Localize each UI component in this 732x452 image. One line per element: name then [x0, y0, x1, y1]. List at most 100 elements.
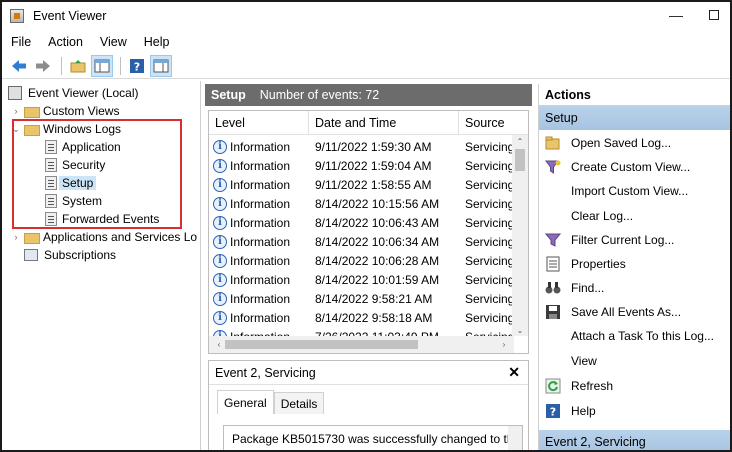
level-text: Information [230, 139, 291, 154]
action-label: Attach a Task To this Log... [571, 329, 714, 343]
help-icon[interactable]: ? [126, 55, 148, 77]
event-viewer-app-icon [10, 9, 24, 23]
maximize-button[interactable] [704, 6, 724, 24]
filter-icon [545, 232, 561, 248]
show-hide-action-icon[interactable] [150, 54, 172, 77]
table-row[interactable]: i Information 9/11/2022 1:58:55 AM Servicin… [209, 175, 514, 194]
minimize-button[interactable]: — [666, 6, 686, 24]
table-row[interactable]: i Information 9/11/2022 1:59:04 AM Servicin… [209, 156, 514, 175]
tree-label: Custom Views [43, 104, 120, 118]
show-hide-tree-icon[interactable] [91, 54, 113, 77]
cell-level: iInformation [209, 291, 309, 306]
menu-help[interactable]: Help [135, 35, 178, 49]
cell-level: iInformation [209, 177, 309, 192]
vertical-scrollbar[interactable]: ⌃ ⌄ [512, 135, 528, 336]
cell-source: Servicing [465, 234, 514, 249]
highlight-box [12, 119, 182, 229]
action-import-custom-view[interactable]: Import Custom View... [539, 180, 730, 202]
tab-general[interactable]: General [217, 390, 274, 414]
cell-date: 8/14/2022 9:58:21 AM [315, 291, 433, 306]
log-header: Setup Number of events: 72 [205, 84, 532, 106]
table-row[interactable]: i Information 8/14/2022 10:06:34 AM Servici… [209, 232, 514, 251]
actions-section-setup[interactable]: Setup [539, 106, 730, 130]
horizontal-scrollbar[interactable]: ‹ › [209, 336, 514, 353]
tab-details[interactable]: Details [273, 392, 325, 414]
tree-item-custom-views[interactable]: › Custom Views [10, 102, 120, 120]
table-row[interactable]: i Information 8/14/2022 10:15:56 AM Servici… [209, 194, 514, 213]
table-row[interactable]: i Information 8/14/2022 10:06:28 AM Servici… [209, 251, 514, 270]
level-text: Information [230, 234, 291, 249]
description-text: Package KB5015730 was successfully chang… [232, 432, 514, 446]
toolbar-separator [120, 56, 121, 75]
tree-item-subscriptions[interactable]: Subscriptions [22, 246, 116, 264]
scroll-down-icon[interactable]: ⌄ [512, 324, 528, 336]
table-row[interactable]: i Information 8/14/2022 9:58:21 AM Servicin… [209, 289, 514, 308]
blank-icon [545, 353, 561, 369]
scrollbar-thumb[interactable] [515, 149, 525, 171]
cell-source: Servicing [465, 272, 514, 287]
action-view[interactable]: View [539, 350, 730, 372]
actions-pane: Actions Setup Open Saved Log... Create Cu… [538, 84, 730, 450]
table-row[interactable]: i Information 8/14/2022 10:06:43 AM Servici… [209, 213, 514, 232]
filter-create-icon [545, 159, 561, 175]
action-attach-a-task-to-this-log[interactable]: Attach a Task To this Log... [539, 325, 730, 347]
scrollbar-thumb[interactable] [225, 340, 418, 349]
action-refresh[interactable]: Refresh [539, 375, 730, 397]
scroll-up-icon[interactable]: ⌃ [512, 135, 528, 147]
action-find[interactable]: Find... [539, 277, 730, 299]
cell-date: 9/11/2022 1:59:30 AM [315, 139, 432, 154]
chevron-right-icon[interactable]: › [10, 232, 22, 242]
menu-view[interactable]: View [91, 35, 135, 49]
cell-level: iInformation [209, 272, 309, 287]
column-header-date[interactable]: Date and Time [309, 111, 459, 135]
action-save-all-events-as[interactable]: Save All Events As... [539, 301, 730, 323]
action-help[interactable]: ? Help [539, 400, 730, 422]
window-title: Event Viewer [33, 9, 107, 23]
menu-action[interactable]: Action [39, 35, 91, 49]
event-description[interactable]: Package KB5015730 was successfully chang… [223, 425, 523, 450]
chevron-right-icon[interactable]: › [10, 106, 22, 116]
subscriptions-icon [24, 249, 38, 261]
action-open-saved-log[interactable]: Open Saved Log... [539, 132, 730, 154]
cell-source: Servicing [465, 139, 514, 154]
information-icon: i [213, 177, 227, 192]
cell-date: 8/14/2022 10:01:59 AM [315, 272, 440, 287]
table-row[interactable]: i Information 8/14/2022 10:01:59 AM Servici… [209, 270, 514, 289]
back-arrow-icon[interactable] [8, 55, 30, 77]
menu-file[interactable]: File [2, 35, 39, 49]
level-text: Information [230, 310, 291, 325]
action-label: View [571, 354, 597, 368]
column-header-source[interactable]: Source [459, 111, 514, 135]
tree-item-apps-services[interactable]: › Applications and Services Lo [10, 228, 198, 246]
action-clear-log[interactable]: Clear Log... [539, 205, 730, 227]
action-properties[interactable]: Properties [539, 253, 730, 275]
table-row[interactable]: i Information 9/11/2022 1:59:30 AM Servicin… [209, 137, 514, 156]
level-text: Information [230, 177, 291, 192]
column-header-level[interactable]: Level [209, 111, 309, 135]
help-icon: ? [545, 403, 561, 419]
cell-date: 8/14/2022 10:06:34 AM [315, 234, 440, 249]
actions-section-event[interactable]: Event 2, Servicing [539, 430, 730, 450]
cell-source: Servicing [465, 253, 514, 268]
tree-item-root[interactable]: Event Viewer (Local) [6, 84, 139, 102]
cell-source: Servicing [465, 177, 514, 192]
action-create-custom-view[interactable]: Create Custom View... [539, 156, 730, 178]
cell-date: 9/11/2022 1:59:04 AM [315, 158, 432, 173]
up-folder-icon[interactable] [67, 55, 89, 77]
svg-text:?: ? [550, 406, 556, 419]
cell-level: iInformation [209, 253, 309, 268]
table-row[interactable]: i Information 8/14/2022 9:58:18 AM Servicin… [209, 308, 514, 327]
close-icon[interactable]: ✕ [508, 364, 520, 381]
action-label: Open Saved Log... [571, 136, 672, 150]
open-folder-icon [545, 135, 561, 151]
action-filter-current-log[interactable]: Filter Current Log... [539, 229, 730, 251]
folder-icon [24, 106, 40, 118]
tree-label: Event Viewer (Local) [28, 86, 139, 100]
scroll-right-icon[interactable]: › [496, 338, 512, 350]
forward-arrow-icon[interactable] [32, 55, 54, 77]
description-scrollbar[interactable] [508, 426, 522, 450]
cell-level: iInformation [209, 139, 309, 154]
cell-level: iInformation [209, 196, 309, 211]
cell-date: 9/11/2022 1:58:55 AM [315, 177, 432, 192]
blank-icon [545, 328, 561, 344]
